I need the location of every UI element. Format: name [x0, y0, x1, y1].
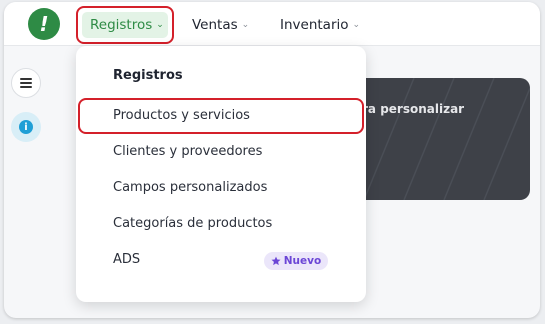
nav-item-registros[interactable]: Registros ⌄	[82, 12, 168, 38]
nav-item-label: Ventas	[192, 17, 238, 33]
menu-toggle-button[interactable]	[11, 68, 41, 98]
menu-item-productos-servicios[interactable]: Productos y servicios	[113, 106, 353, 126]
chevron-down-icon: ⌄	[156, 20, 164, 30]
banner-line-1: ra personalizar	[362, 102, 465, 116]
sidebar: i	[4, 46, 48, 318]
star-icon	[271, 256, 281, 266]
info-icon: i	[19, 120, 33, 134]
info-button[interactable]: i	[11, 112, 41, 142]
nav-item-label: Inventario	[280, 17, 349, 33]
app-logo[interactable]: !	[28, 8, 60, 40]
banner-text: ra personalizar .	[362, 100, 522, 136]
chevron-down-icon: ⌄	[241, 20, 250, 30]
nav-item-label: Registros	[90, 17, 153, 33]
new-badge: Nuevo	[264, 252, 328, 270]
chevron-down-icon: ⌄	[352, 20, 361, 30]
registros-dropdown-menu: Registros Productos y servicios Clientes…	[76, 46, 366, 302]
banner-line-2: .	[362, 118, 522, 136]
logo-glyph: !	[39, 12, 49, 36]
menu-item-categorias-productos[interactable]: Categorías de productos	[113, 214, 353, 234]
badge-label: Nuevo	[283, 255, 322, 267]
app-window: ! Registros ⌄ Ventas ⌄ Inventario ⌄ i ra…	[4, 2, 540, 318]
nav-item-ventas[interactable]: Ventas ⌄	[192, 12, 249, 38]
menu-item-campos-personalizados[interactable]: Campos personalizados	[113, 178, 353, 198]
top-navigation-bar: ! Registros ⌄ Ventas ⌄ Inventario ⌄	[4, 2, 540, 46]
hamburger-icon	[20, 78, 32, 88]
dropdown-header: Registros	[113, 68, 183, 83]
menu-item-clientes-proveedores[interactable]: Clientes y proveedores	[113, 142, 353, 162]
nav-registros-highlight[interactable]: Registros ⌄	[76, 6, 174, 44]
nav-item-inventario[interactable]: Inventario ⌄	[280, 12, 360, 38]
